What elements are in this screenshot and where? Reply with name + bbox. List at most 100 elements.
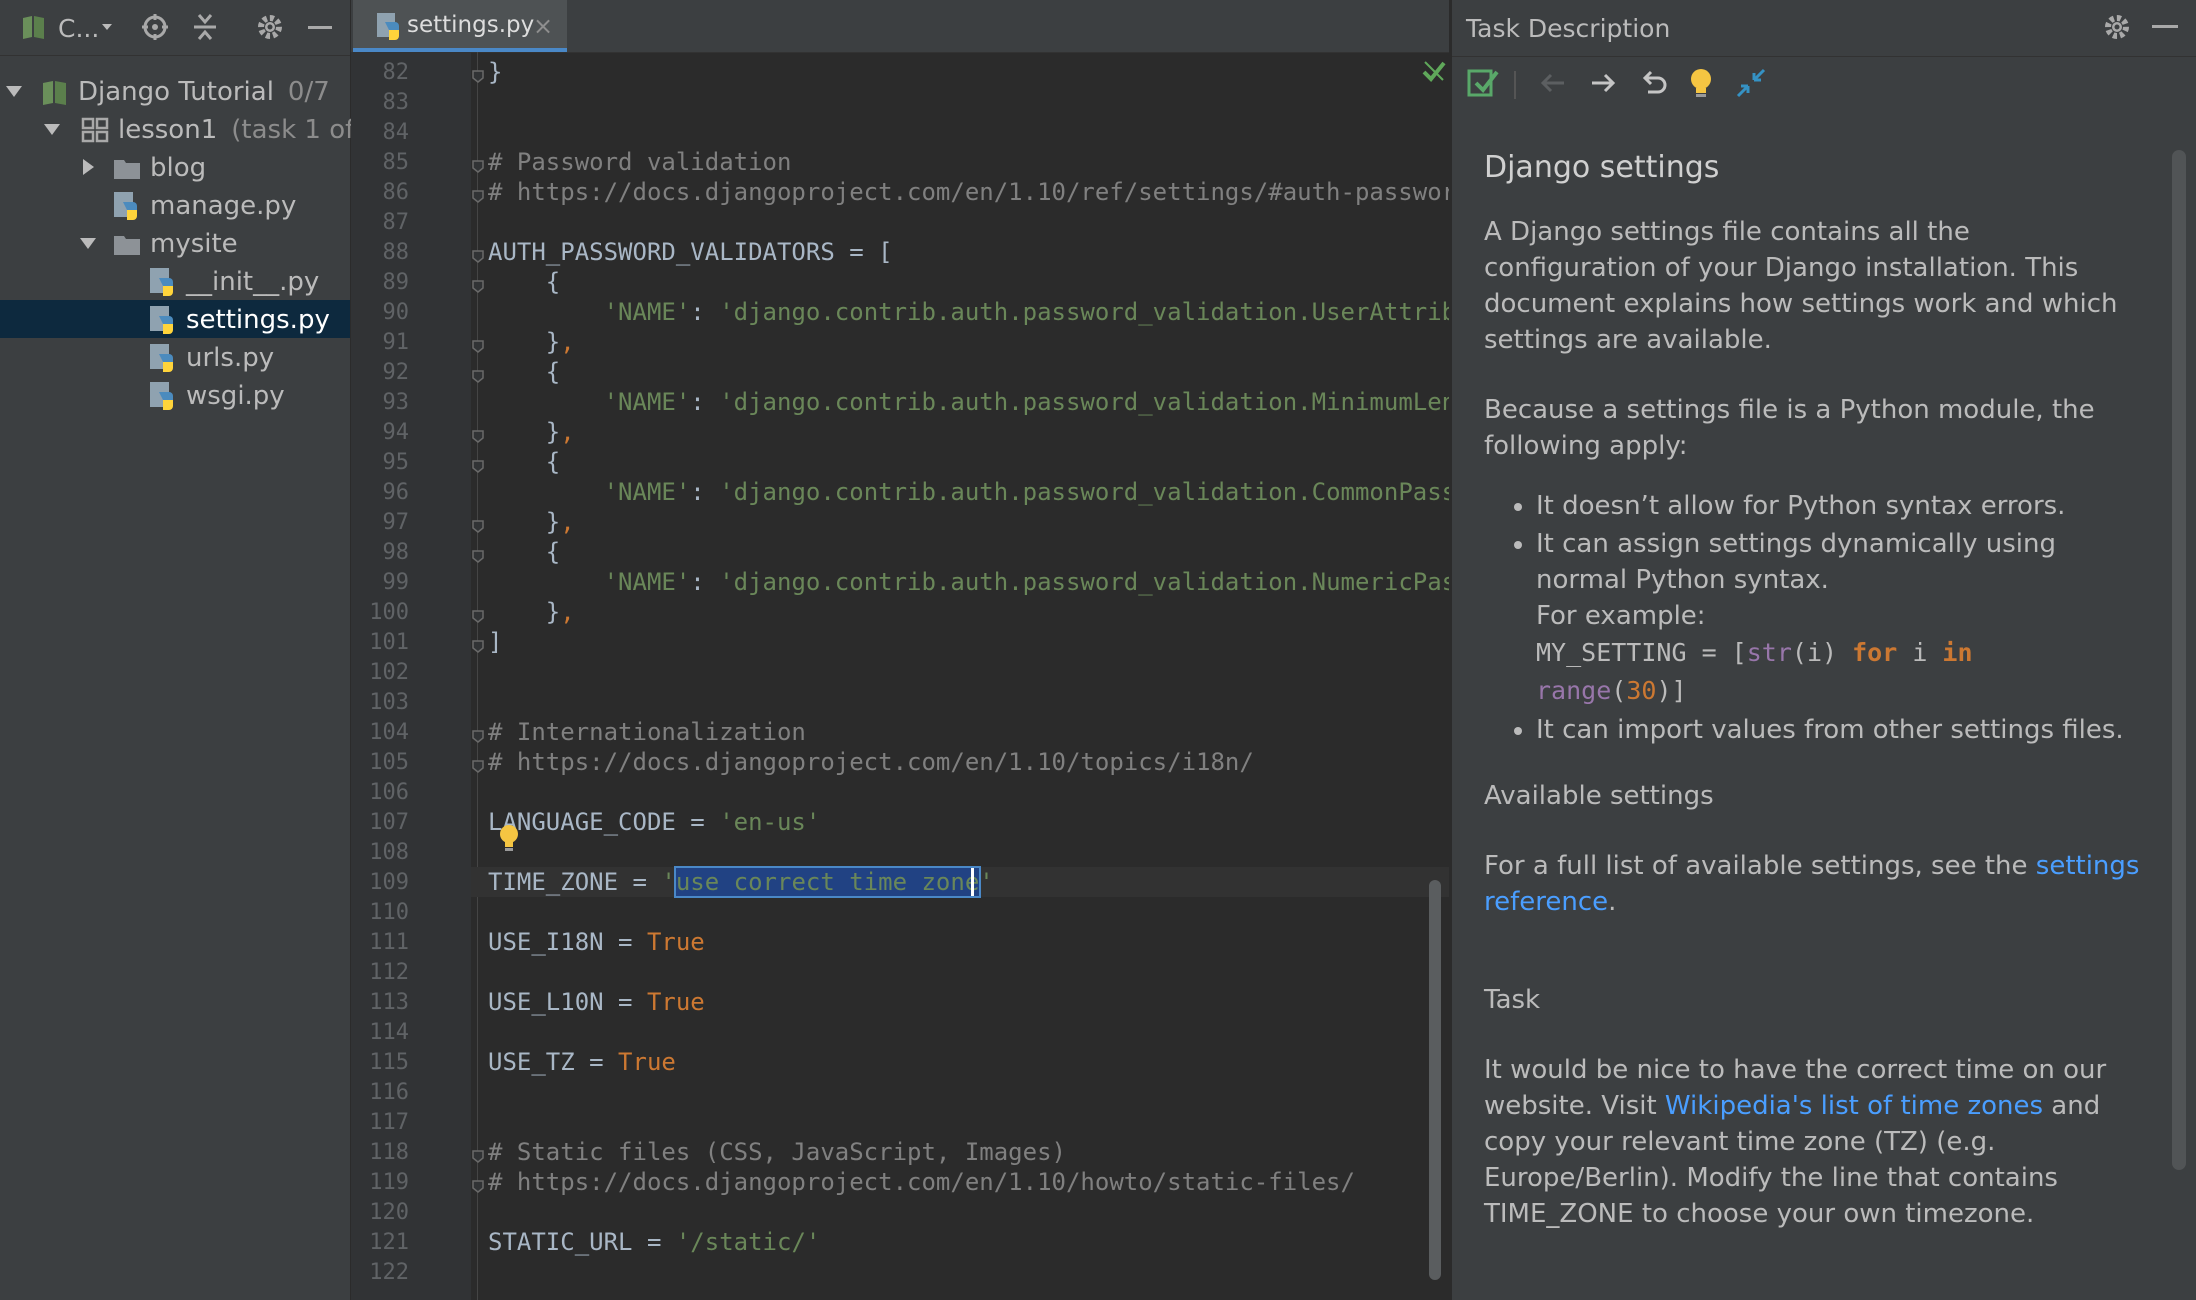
fold-marker-icon[interactable]: [471, 339, 485, 353]
project-view-icon[interactable]: [20, 10, 48, 44]
code-line[interactable]: USE_I18N = True: [488, 928, 705, 956]
selected-text: use correct time zone: [673, 866, 982, 898]
arrow-right-icon[interactable]: [1586, 66, 1620, 100]
fold-marker-icon[interactable]: [471, 729, 485, 743]
code-line[interactable]: TIME_ZONE = 'use correct time zone': [488, 866, 994, 898]
collapse-arrow-icon[interactable]: [78, 157, 98, 177]
code-line[interactable]: },: [488, 508, 575, 536]
fold-marker-icon[interactable]: [471, 1149, 485, 1163]
minimize-icon[interactable]: [306, 10, 334, 44]
code-line[interactable]: ]: [488, 628, 502, 656]
code-line[interactable]: # Internationalization: [488, 718, 806, 746]
code-line[interactable]: 'NAME': 'django.contrib.auth.password_va…: [488, 478, 1449, 506]
code-line[interactable]: {: [488, 538, 560, 566]
code-token: ,: [560, 328, 575, 356]
fold-marker-icon[interactable]: [471, 759, 485, 773]
tab-settings-py[interactable]: settings.py ×: [353, 0, 567, 52]
refresh-task-icon[interactable]: [1636, 66, 1670, 100]
tree-item-name: manage.py: [150, 191, 297, 221]
check-task-icon[interactable]: [1466, 66, 1500, 100]
chevron-down-icon[interactable]: [100, 10, 114, 44]
expand-arrow-icon[interactable]: [42, 119, 62, 139]
fold-marker-icon[interactable]: [471, 1179, 485, 1193]
code-line[interactable]: STATIC_URL = '/static/': [488, 1228, 820, 1256]
code-line[interactable]: USE_L10N = True: [488, 988, 705, 1016]
code-line[interactable]: },: [488, 418, 575, 446]
code-line[interactable]: }: [488, 58, 502, 86]
code-token: i: [1897, 638, 1943, 667]
fold-marker-icon[interactable]: [471, 189, 485, 203]
task-scrollbar[interactable]: [2172, 150, 2186, 1170]
code-token: 'NAME': [488, 388, 691, 416]
code-line[interactable]: {: [488, 268, 560, 296]
fold-marker-icon[interactable]: [471, 279, 485, 293]
code-token: :: [690, 478, 720, 506]
tree-item[interactable]: lesson1 (task 1 of 7: [0, 110, 379, 148]
code-line[interactable]: },: [488, 598, 575, 626]
fold-marker-icon[interactable]: [471, 549, 485, 563]
code-line[interactable]: # Static files (CSS, JavaScript, Images): [488, 1138, 1066, 1166]
code-line[interactable]: # https://docs.djangoproject.com/en/1.10…: [488, 1168, 1355, 1196]
code-line[interactable]: AUTH_PASSWORD_VALIDATORS = [: [488, 238, 893, 266]
editor-scrollbar[interactable]: [1429, 880, 1441, 1280]
tree-item[interactable]: Django Tutorial 0/7: [0, 72, 350, 110]
code-token: USE_I18N =: [488, 928, 647, 956]
code-area[interactable]: } # Password validation # https://docs.dja…: [351, 52, 1449, 1300]
code-token: 'django.contrib.auth.password_validation…: [719, 478, 1449, 506]
code-line[interactable]: 'NAME': 'django.contrib.auth.password_va…: [488, 388, 1449, 416]
fold-marker-icon[interactable]: [471, 69, 485, 83]
code-line[interactable]: # https://docs.djangoproject.com/en/1.10…: [488, 748, 1254, 776]
expand-arrow-icon[interactable]: [78, 233, 98, 253]
fold-marker-icon[interactable]: [471, 249, 485, 263]
code-line[interactable]: 'NAME': 'django.contrib.auth.password_va…: [488, 298, 1449, 326]
code-line[interactable]: {: [488, 448, 560, 476]
code-token: ': [979, 868, 994, 896]
fold-marker-icon[interactable]: [471, 429, 485, 443]
list-item: It can assign settings dynamically using…: [1536, 526, 2144, 710]
lightbulb-icon[interactable]: [497, 823, 521, 855]
tree-item[interactable]: blog: [0, 148, 350, 186]
code-token: {: [488, 448, 561, 476]
code-token: MY_SETTING: [1536, 638, 1687, 667]
fold-marker-icon[interactable]: [471, 159, 485, 173]
close-icon[interactable]: ×: [533, 12, 553, 40]
code-line[interactable]: 'NAME': 'django.contrib.auth.password_va…: [488, 568, 1449, 596]
arrow-left-icon[interactable]: [1536, 66, 1570, 100]
code-line[interactable]: # https://docs.djangoproject.com/en/1.10…: [488, 178, 1449, 206]
code-line[interactable]: {: [488, 358, 560, 386]
code-line[interactable]: # Password validation: [488, 148, 791, 176]
collapse-all-icon[interactable]: [190, 10, 220, 44]
tree-item[interactable]: mysite: [0, 224, 350, 262]
tree-item[interactable]: urls.py: [0, 338, 350, 376]
fold-marker-icon[interactable]: [471, 519, 485, 533]
fold-marker-icon[interactable]: [471, 639, 485, 653]
gear-icon[interactable]: [2102, 12, 2132, 42]
code-line[interactable]: LANGUAGE_CODE = 'en-us': [488, 808, 820, 836]
task-description-panel: Task Description Django settings A Djang…: [1450, 0, 2196, 1300]
timezones-link[interactable]: Wikipedia's list of time zones: [1665, 1091, 2043, 1121]
fold-marker-icon[interactable]: [471, 459, 485, 473]
code-token: :: [690, 568, 720, 596]
inspection-ok-icon[interactable]: [1421, 58, 1447, 84]
fold-marker-icon[interactable]: [471, 369, 485, 383]
hint-bulb-icon[interactable]: [1684, 66, 1718, 100]
panel-title: Task Description: [1466, 14, 1671, 43]
tree-item[interactable]: __init__.py: [0, 262, 350, 300]
code-token: for: [1852, 638, 1898, 667]
tree-item[interactable]: wsgi.py: [0, 376, 350, 414]
locate-icon[interactable]: [140, 10, 170, 44]
tree-item[interactable]: manage.py: [0, 186, 350, 224]
code-line[interactable]: },: [488, 328, 575, 356]
gear-icon[interactable]: [255, 10, 285, 44]
code-line[interactable]: USE_TZ = True: [488, 1048, 676, 1076]
code-token: = [: [1686, 638, 1747, 667]
minimize-icon[interactable]: [2152, 25, 2178, 28]
project-view-selector[interactable]: C...: [58, 14, 99, 43]
fold-marker-icon[interactable]: [471, 609, 485, 623]
code-token: 'django.contrib.auth.password_validation…: [719, 388, 1449, 416]
compare-icon[interactable]: [1734, 66, 1768, 100]
tree-item[interactable]: settings.py: [0, 300, 350, 338]
code-editor[interactable]: settings.py × 82 83 84 85 86 87 88 89 90 91 92 93 94…: [351, 0, 1449, 1300]
tree-item-name: wsgi.py: [186, 381, 285, 411]
expand-arrow-icon[interactable]: [4, 81, 24, 101]
